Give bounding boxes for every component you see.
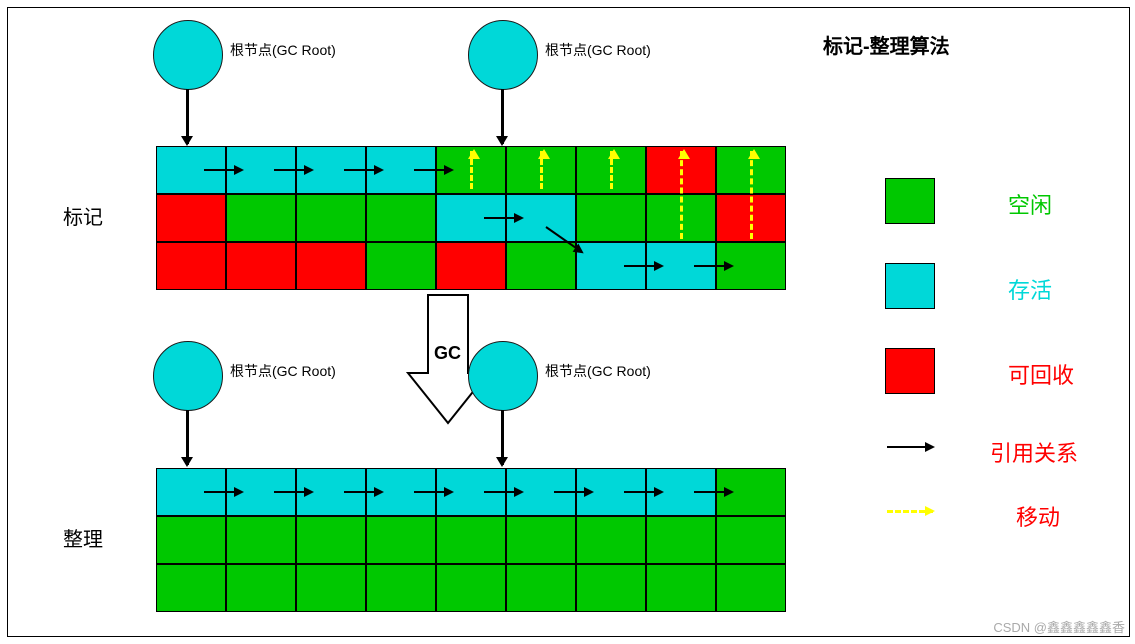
memory-cell	[156, 564, 226, 612]
legend-label-free: 空闲	[1008, 188, 1052, 220]
reference-arrow	[414, 491, 452, 493]
memory-cell	[506, 516, 576, 564]
memory-cell	[436, 564, 506, 612]
reference-arrow	[274, 491, 312, 493]
memory-cell	[226, 194, 296, 242]
memory-cell	[366, 194, 436, 242]
memory-cell	[226, 564, 296, 612]
legend-swatch-alive	[885, 263, 935, 309]
move-arrow	[680, 151, 683, 239]
memory-cell	[366, 242, 436, 290]
gc-root-circle	[468, 341, 538, 411]
gc-root-label: 根节点(GC Root)	[545, 361, 651, 381]
reference-arrow	[204, 491, 242, 493]
memory-cell	[576, 564, 646, 612]
root-reference-arrow	[186, 89, 189, 144]
gc-root-label: 根节点(GC Root)	[230, 40, 336, 60]
memory-cell	[576, 516, 646, 564]
gc-label: GC	[434, 343, 461, 364]
root-reference-arrow	[501, 89, 504, 144]
legend-label-reference: 引用关系	[990, 436, 1078, 468]
memory-cell	[296, 516, 366, 564]
reference-arrow	[484, 217, 522, 219]
memory-cell	[576, 194, 646, 242]
gc-root-circle	[153, 341, 223, 411]
phase-label-compact: 整理	[63, 523, 103, 552]
memory-cell	[716, 516, 786, 564]
memory-cell	[646, 516, 716, 564]
memory-cell	[366, 564, 436, 612]
memory-cell	[296, 242, 366, 290]
legend-label-move: 移动	[1016, 500, 1060, 532]
memory-cell	[156, 242, 226, 290]
watermark: CSDN @鑫鑫鑫鑫鑫香	[993, 617, 1125, 636]
move-arrow	[470, 151, 473, 189]
memory-cell	[366, 516, 436, 564]
gc-root-circle	[468, 20, 538, 90]
root-reference-arrow	[186, 410, 189, 465]
reference-arrow	[554, 491, 592, 493]
memory-cell	[296, 564, 366, 612]
legend-label-recycle: 可回收	[1008, 358, 1074, 390]
phase-label-mark: 标记	[63, 201, 103, 230]
memory-cell	[436, 242, 506, 290]
reference-arrow	[344, 169, 382, 171]
legend-reference-arrow-icon	[887, 446, 933, 448]
move-arrow	[750, 151, 753, 239]
reference-arrow	[624, 265, 662, 267]
reference-arrow	[344, 491, 382, 493]
memory-cell	[226, 242, 296, 290]
reference-arrow	[694, 265, 732, 267]
root-reference-arrow	[501, 410, 504, 465]
reference-arrow	[694, 491, 732, 493]
memory-cell	[226, 516, 296, 564]
diagram-container: 标记-整理算法 根节点(GC Root) 根节点(GC Root) 标记	[7, 7, 1130, 637]
reference-arrow	[624, 491, 662, 493]
gc-root-label: 根节点(GC Root)	[230, 361, 336, 381]
reference-arrow	[484, 491, 522, 493]
memory-cell	[506, 564, 576, 612]
reference-arrow	[204, 169, 242, 171]
legend-label-alive: 存活	[1008, 273, 1052, 305]
memory-cell	[436, 516, 506, 564]
legend-move-arrow-icon	[887, 510, 933, 513]
memory-cell	[646, 564, 716, 612]
legend-swatch-recycle	[885, 348, 935, 394]
memory-cell	[506, 242, 576, 290]
move-arrow	[540, 151, 543, 189]
gc-root-circle	[153, 20, 223, 90]
move-arrow	[610, 151, 613, 189]
legend-swatch-free	[885, 178, 935, 224]
memory-cell	[716, 564, 786, 612]
memory-cell	[156, 194, 226, 242]
diagram-title: 标记-整理算法	[823, 30, 950, 59]
reference-arrow	[414, 169, 452, 171]
reference-arrow	[274, 169, 312, 171]
memory-cell	[156, 516, 226, 564]
gc-root-label: 根节点(GC Root)	[545, 40, 651, 60]
memory-cell	[296, 194, 366, 242]
